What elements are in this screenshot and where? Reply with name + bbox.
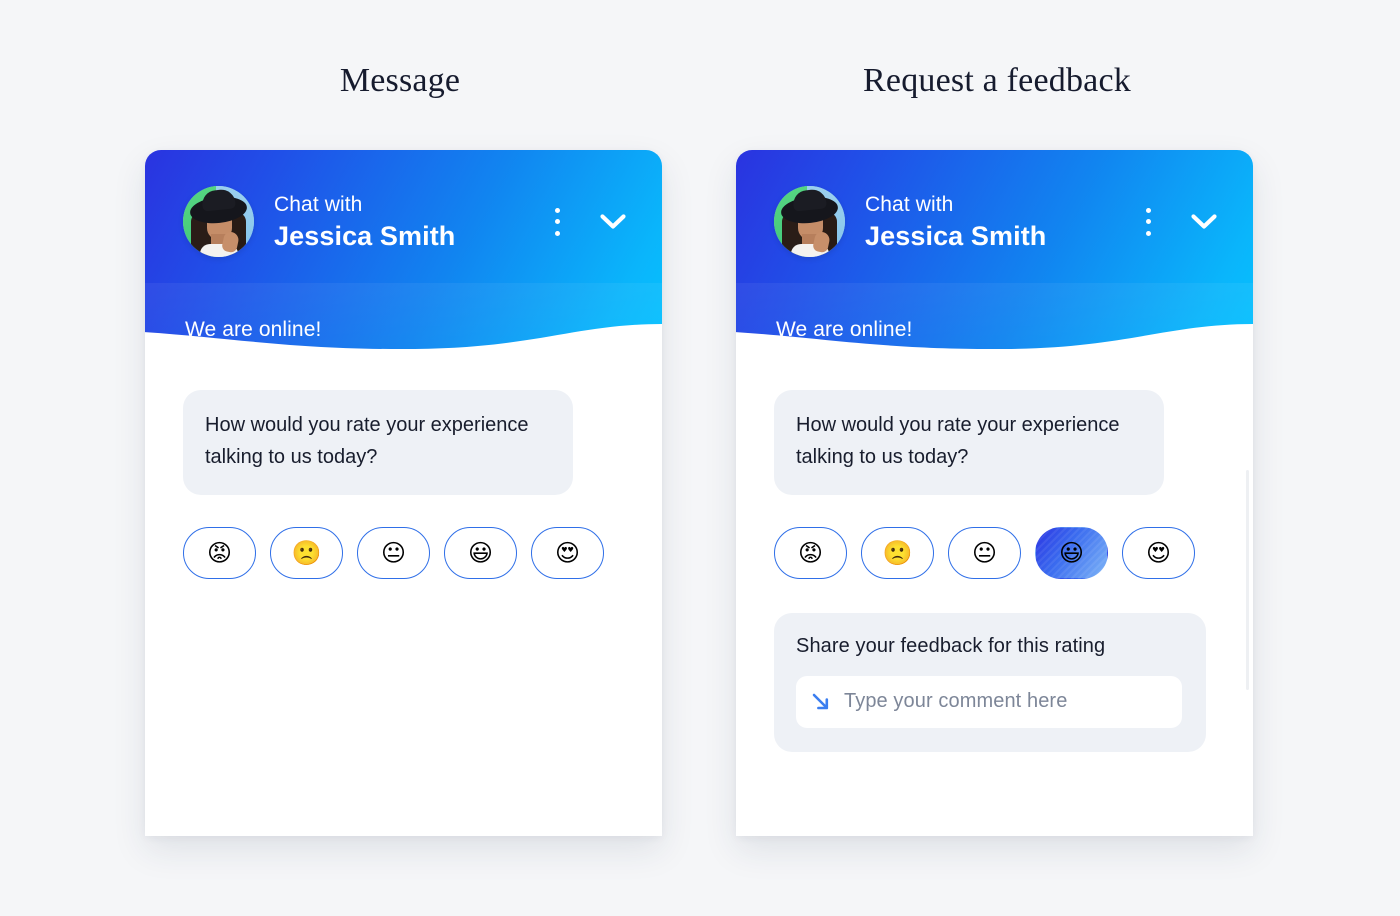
heart-eyes-face-icon: 😍 bbox=[554, 538, 581, 567]
kebab-menu-icon[interactable] bbox=[1135, 207, 1161, 236]
panel-title-feedback: Request a feedback bbox=[863, 62, 1131, 99]
rating-option-grinning[interactable]: 😃 bbox=[444, 526, 517, 579]
rating-option-angry[interactable]: 😡 bbox=[183, 526, 256, 579]
rating-option-neutral[interactable]: 😐 bbox=[948, 526, 1021, 579]
chat-header-text: Chat with Jessica Smith bbox=[865, 194, 1135, 250]
chat-header-actions bbox=[1135, 205, 1227, 239]
rating-option-neutral[interactable]: 😐 bbox=[357, 526, 430, 579]
feedback-prompt-label: Share your feedback for this rating bbox=[796, 634, 1106, 657]
chat-header-actions bbox=[544, 205, 636, 239]
chat-header: Chat with Jessica Smith We are online! bbox=[145, 150, 662, 362]
chat-agent-name: Jessica Smith bbox=[274, 220, 456, 251]
avatar bbox=[183, 186, 254, 257]
agent-message-bubble: How would you rate your experience talki… bbox=[774, 390, 1164, 495]
chat-widget-message: Chat with Jessica Smith We are online! H… bbox=[145, 150, 662, 836]
chat-with-label: Chat with bbox=[865, 192, 954, 216]
page-root: Message Request a feedback Chat with Jes… bbox=[0, 0, 1400, 916]
chat-body: How would you rate your experience talki… bbox=[736, 362, 1253, 836]
rating-options: 😡 🙁 😐 😃 😍 bbox=[774, 526, 1219, 579]
chat-header-row: Chat with Jessica Smith bbox=[145, 150, 662, 257]
chat-header: Chat with Jessica Smith We are online! bbox=[736, 150, 1253, 362]
online-status-text: We are online! bbox=[185, 318, 322, 341]
frowning-face-icon: 🙁 bbox=[291, 538, 322, 567]
chat-header-row: Chat with Jessica Smith bbox=[736, 150, 1253, 257]
online-status-text: We are online! bbox=[776, 318, 913, 341]
chat-widget-feedback: Chat with Jessica Smith We are online! H… bbox=[736, 150, 1253, 836]
rating-option-angry[interactable]: 😡 bbox=[774, 526, 847, 579]
rating-option-grinning-selected[interactable]: 😃 bbox=[1035, 527, 1108, 579]
grinning-face-icon: 😃 bbox=[467, 538, 494, 567]
neutral-face-icon: 😐 bbox=[380, 538, 407, 567]
grinning-face-icon: 😃 bbox=[1058, 538, 1085, 567]
chat-with-label: Chat with bbox=[274, 192, 363, 216]
frowning-face-icon: 🙁 bbox=[882, 538, 913, 567]
rating-option-heart-eyes[interactable]: 😍 bbox=[531, 526, 604, 579]
angry-face-icon: 😡 bbox=[797, 538, 824, 567]
chevron-down-icon[interactable] bbox=[596, 205, 630, 239]
panel-title-message: Message bbox=[339, 62, 461, 99]
neutral-face-icon: 😐 bbox=[971, 538, 998, 567]
rating-option-frowning[interactable]: 🙁 bbox=[270, 526, 343, 579]
arrow-down-right-icon bbox=[810, 691, 832, 713]
rating-option-heart-eyes[interactable]: 😍 bbox=[1122, 526, 1195, 579]
avatar bbox=[774, 186, 845, 257]
agent-message-bubble: How would you rate your experience talki… bbox=[183, 390, 573, 495]
rating-options: 😡 🙁 😐 😃 😍 bbox=[183, 526, 628, 579]
angry-face-icon: 😡 bbox=[206, 538, 233, 567]
feedback-request-card: Share your feedback for this rating Type… bbox=[774, 612, 1206, 752]
chat-header-text: Chat with Jessica Smith bbox=[274, 194, 544, 250]
heart-eyes-face-icon: 😍 bbox=[1145, 538, 1172, 567]
chat-agent-name: Jessica Smith bbox=[865, 220, 1047, 251]
comment-input-placeholder: Type your comment here bbox=[844, 690, 1068, 713]
scrollbar[interactable] bbox=[1246, 470, 1249, 690]
kebab-menu-icon[interactable] bbox=[544, 207, 570, 236]
rating-option-frowning[interactable]: 🙁 bbox=[861, 526, 934, 579]
chat-body: How would you rate your experience talki… bbox=[145, 362, 662, 836]
chevron-down-icon[interactable] bbox=[1187, 205, 1221, 239]
comment-input[interactable]: Type your comment here bbox=[796, 675, 1182, 728]
